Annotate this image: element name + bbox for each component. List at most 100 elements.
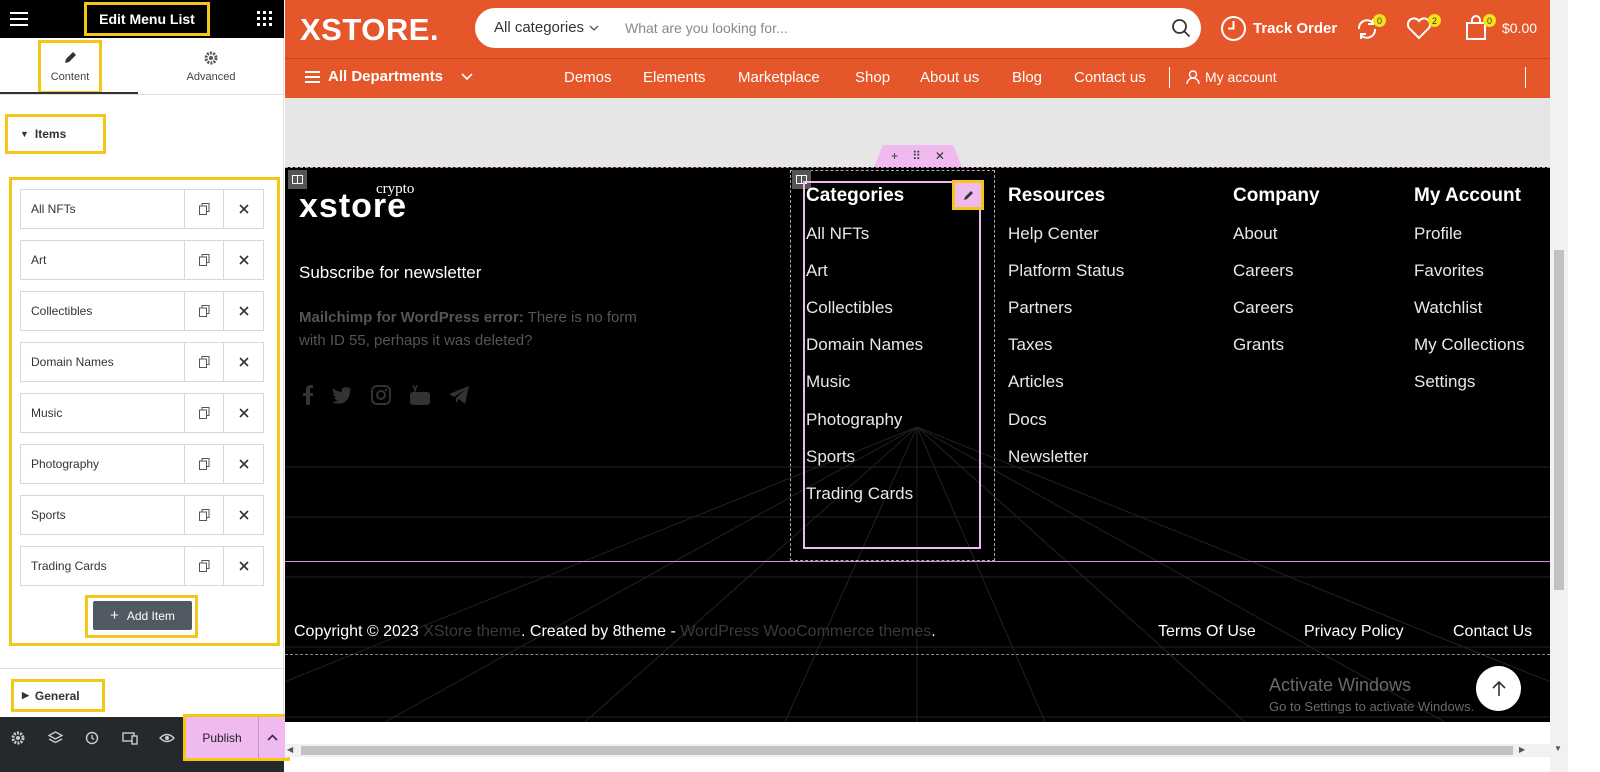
footer-link[interactable]: All NFTs (806, 224, 869, 244)
scroll-left-icon[interactable]: ◀ (287, 745, 293, 754)
cart-icon[interactable]: 0 (1464, 14, 1496, 43)
footer-link[interactable]: Trading Cards (806, 484, 913, 504)
duplicate-icon[interactable] (185, 343, 224, 381)
scrollbar-thumb[interactable] (301, 746, 1513, 755)
remove-icon[interactable] (224, 343, 263, 381)
nav-link-about[interactable]: About us (920, 69, 979, 86)
duplicate-icon[interactable] (185, 496, 224, 534)
footer-bottom-link[interactable]: Contact Us (1453, 623, 1532, 641)
list-item[interactable]: Music (20, 393, 264, 433)
items-section-toggle[interactable]: ▼ Items (5, 114, 106, 154)
history-icon[interactable] (85, 731, 99, 745)
remove-icon[interactable] (224, 394, 263, 432)
footer-link[interactable]: Photography (806, 410, 902, 430)
nav-link-contact[interactable]: Contact us (1074, 69, 1146, 86)
responsive-icon[interactable] (122, 731, 138, 745)
copyright-link-themes[interactable]: WordPress WooCommerce themes (680, 623, 931, 640)
cart-total[interactable]: $0.00 (1502, 20, 1537, 36)
list-item[interactable]: Sports (20, 495, 264, 535)
add-item-button[interactable]: + Add Item (93, 601, 192, 630)
footer-link[interactable]: Grants (1233, 335, 1284, 355)
scrollbar-thumb[interactable] (1554, 250, 1564, 590)
remove-icon[interactable] (224, 496, 263, 534)
footer-bottom-link[interactable]: Terms Of Use (1158, 623, 1256, 641)
footer-link[interactable]: Sports (806, 447, 855, 467)
search-input[interactable]: What are you looking for... (625, 20, 788, 36)
close-section-icon[interactable]: ✕ (935, 149, 945, 163)
telegram-icon[interactable] (449, 386, 470, 404)
settings-icon[interactable] (11, 731, 25, 745)
duplicate-icon[interactable] (185, 445, 224, 483)
copyright-link-xstore[interactable]: XStore theme (423, 623, 521, 640)
footer-link[interactable]: Music (806, 372, 850, 392)
nav-link-blog[interactable]: Blog (1012, 69, 1042, 86)
footer-link[interactable]: Docs (1008, 410, 1047, 430)
duplicate-icon[interactable] (185, 241, 224, 279)
duplicate-icon[interactable] (185, 190, 224, 228)
footer-link[interactable]: Favorites (1414, 261, 1484, 281)
nav-link-elements[interactable]: Elements (643, 69, 706, 86)
list-item[interactable]: Domain Names (20, 342, 264, 382)
vertical-scrollbar[interactable]: ▼ (1550, 0, 1568, 772)
nav-link-marketplace[interactable]: Marketplace (738, 69, 820, 86)
youtube-icon[interactable] (410, 385, 430, 405)
facebook-icon[interactable] (303, 385, 313, 405)
footer-link[interactable]: Profile (1414, 224, 1462, 244)
footer-link[interactable]: Settings (1414, 372, 1475, 392)
footer-bottom-link[interactable]: Privacy Policy (1304, 623, 1404, 641)
drag-handle-icon[interactable]: ⠿ (912, 149, 921, 163)
nav-link-shop[interactable]: Shop (855, 69, 890, 86)
all-departments-button[interactable]: All Departments (305, 68, 473, 85)
twitter-icon[interactable] (332, 386, 352, 404)
remove-icon[interactable] (224, 190, 263, 228)
list-item[interactable]: Art (20, 240, 264, 280)
list-item[interactable]: Photography (20, 444, 264, 484)
chevron-up-icon[interactable] (258, 717, 286, 758)
nav-link-demos[interactable]: Demos (564, 69, 612, 86)
compare-icon[interactable]: 0 (1354, 14, 1386, 44)
footer-link[interactable]: Watchlist (1414, 298, 1482, 318)
eye-icon[interactable] (159, 731, 175, 745)
add-section-icon[interactable]: + (891, 149, 898, 163)
footer-logo[interactable]: crypto xstore (299, 181, 414, 226)
search-icon[interactable] (1171, 18, 1191, 38)
scroll-down-icon[interactable]: ▼ (1554, 744, 1562, 753)
duplicate-icon[interactable] (185, 547, 224, 585)
footer-link[interactable]: Careers (1233, 298, 1293, 318)
footer-link[interactable]: Partners (1008, 298, 1072, 318)
remove-icon[interactable] (224, 547, 263, 585)
footer-link[interactable]: Careers (1233, 261, 1293, 281)
layers-icon[interactable] (48, 731, 63, 745)
footer-link[interactable]: Articles (1008, 372, 1064, 392)
duplicate-icon[interactable] (185, 394, 224, 432)
grid-icon[interactable] (257, 11, 272, 26)
instagram-icon[interactable] (371, 385, 391, 405)
footer-link[interactable]: Art (806, 261, 828, 281)
remove-icon[interactable] (224, 445, 263, 483)
footer-link[interactable]: Domain Names (806, 335, 923, 355)
footer-link[interactable]: Platform Status (1008, 261, 1124, 281)
site-logo[interactable]: XSTORE. (300, 12, 439, 48)
category-select[interactable]: All categories (494, 19, 599, 36)
track-order-link[interactable]: Track Order (1220, 15, 1337, 42)
footer-link[interactable]: Collectibles (806, 298, 893, 318)
footer-link[interactable]: About (1233, 224, 1277, 244)
publish-button[interactable]: Publish (186, 717, 258, 758)
my-account-link[interactable]: My account (1186, 69, 1277, 85)
back-to-top-button[interactable] (1476, 666, 1521, 711)
list-item[interactable]: All NFTs (20, 189, 264, 229)
list-item[interactable]: Trading Cards (20, 546, 264, 586)
hamburger-icon[interactable] (10, 11, 28, 27)
list-item[interactable]: Collectibles (20, 291, 264, 331)
footer-link[interactable]: Help Center (1008, 224, 1099, 244)
tab-content[interactable]: Content (38, 40, 102, 94)
remove-icon[interactable] (224, 241, 263, 279)
horizontal-scrollbar[interactable]: ◀ ▶ (285, 744, 1550, 757)
scroll-right-icon[interactable]: ▶ (1519, 745, 1525, 754)
footer-link[interactable]: Taxes (1008, 335, 1052, 355)
duplicate-icon[interactable] (185, 292, 224, 330)
general-section-toggle[interactable]: ▶ General (11, 679, 105, 712)
remove-icon[interactable] (224, 292, 263, 330)
footer-link[interactable]: My Collections (1414, 335, 1525, 355)
wishlist-icon[interactable]: 2 (1406, 14, 1441, 44)
